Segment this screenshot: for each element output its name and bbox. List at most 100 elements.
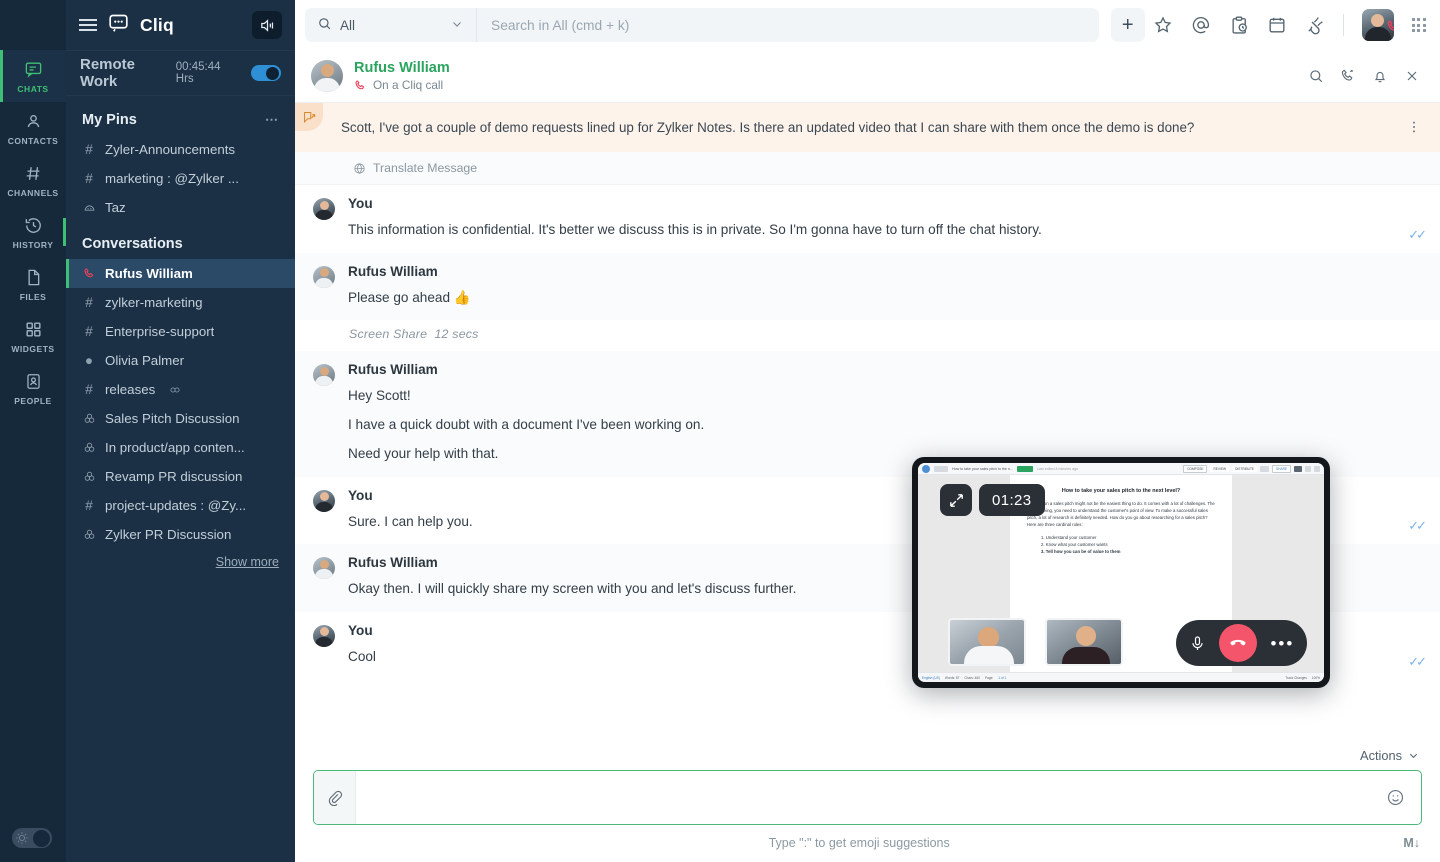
participant-thumbnail-1[interactable] [948, 618, 1026, 666]
avatar[interactable] [313, 364, 335, 387]
star-icon[interactable] [1153, 15, 1173, 35]
avatar[interactable] [313, 557, 335, 580]
message-composer[interactable] [313, 770, 1422, 825]
pin-item-taz[interactable]: Taz [66, 193, 295, 222]
theme-toggle[interactable] [12, 828, 52, 848]
read-receipt-icon: ✓✓ [1408, 518, 1427, 534]
document-app-icon [922, 464, 930, 473]
chat-title[interactable]: Rufus William [354, 60, 450, 76]
search-in-chat-icon[interactable] [1302, 62, 1330, 90]
rail-item-channels[interactable]: CHANNELS [0, 154, 66, 206]
rail-item-chats[interactable]: CHATS [0, 50, 66, 102]
status-name: Remote Work [80, 56, 136, 90]
conversation-item-project-updates[interactable]: # project-updates : @Zy... [66, 491, 295, 520]
reminder-clipboard-icon[interactable] [1229, 15, 1249, 35]
avatar[interactable] [1361, 9, 1394, 41]
call-icon[interactable] [1334, 62, 1362, 90]
rail-item-widgets[interactable]: WIDGETS [0, 310, 66, 362]
review-tab[interactable]: REVIEW [1210, 465, 1230, 472]
hash-icon: # [85, 142, 93, 157]
sidebar-list: My Pins ⋯ # Zyler-Announcements # market… [66, 96, 295, 862]
conversation-item-sales-pitch-discussion[interactable]: Sales Pitch Discussion [66, 404, 295, 433]
conversation-item-releases[interactable]: # releases [66, 375, 295, 404]
message-input[interactable] [356, 771, 1370, 824]
rail-item-files[interactable]: FILES [0, 258, 66, 310]
search-input[interactable] [477, 8, 1099, 42]
emoji-smiley-icon[interactable] [1370, 788, 1421, 807]
distribute-tab[interactable]: DISTRIBUTE [1232, 465, 1258, 472]
toolbar-icon-chip [1260, 465, 1270, 472]
apps-grid-icon[interactable] [1411, 17, 1426, 33]
call-overlay-window[interactable]: How to take your sales pitch to the n...… [912, 457, 1330, 688]
translate-message-row[interactable]: Translate Message [295, 152, 1440, 185]
compose-tab[interactable]: COMPOSE [1183, 464, 1208, 473]
conversation-label: Rufus William [105, 266, 193, 281]
conversation-item-rufus-william[interactable]: Rufus William [66, 259, 295, 288]
pin-item-zyler-announcements[interactable]: # Zyler-Announcements [66, 135, 295, 164]
paperclip-icon[interactable] [314, 771, 356, 824]
speaker-icon[interactable] [252, 11, 282, 39]
pinned-message-banner: Scott, I've got a couple of demo request… [295, 103, 1440, 152]
actions-button[interactable]: Actions [1360, 748, 1420, 763]
message-author[interactable]: Rufus William [348, 362, 1422, 377]
rail-item-contacts[interactable]: CONTACTS [0, 102, 66, 154]
message-author[interactable]: You [348, 196, 1422, 211]
conversation-item-olivia-palmer[interactable]: ● Olivia Palmer [66, 346, 295, 375]
microphone-icon[interactable] [1189, 635, 1206, 652]
document-toolbar-buttons: COMPOSE REVIEW DISTRIBUTE SHARE [1183, 464, 1320, 473]
pin-item-marketing[interactable]: # marketing : @Zylker ... [66, 164, 295, 193]
message-author[interactable]: Rufus William [348, 264, 1422, 279]
chat-avatar[interactable] [311, 60, 343, 92]
theme-toggle-knob [33, 829, 50, 847]
status-bar: Remote Work 00:45:44 Hrs [66, 50, 295, 96]
bell-notification-icon[interactable] [1366, 62, 1394, 90]
search-scope-selector[interactable]: All [305, 8, 477, 42]
top-bar: All + [295, 0, 1440, 50]
document-page-number: 1 of 1 [998, 675, 1007, 680]
avatar[interactable] [313, 198, 335, 220]
new-chat-button[interactable]: + [1110, 8, 1145, 42]
document-saved-label: Last edited 8 minutes ago [1036, 466, 1079, 471]
conversation-item-zylker-pr-discussion[interactable]: Zylker PR Discussion [66, 520, 295, 549]
end-call-icon[interactable] [1219, 624, 1258, 662]
pin-label: marketing : @Zylker ... [105, 171, 239, 186]
hash-icon: # [85, 171, 93, 186]
search-bar: All [305, 8, 1099, 42]
markdown-indicator[interactable]: M↓ [1403, 836, 1420, 850]
close-icon[interactable] [1398, 62, 1426, 90]
group-icon [82, 470, 96, 483]
conversation-item-revamp-pr-discussion[interactable]: Revamp PR discussion [66, 462, 295, 491]
status-toggle[interactable] [251, 65, 281, 81]
bot-icon [82, 201, 96, 214]
read-receipt-icon: ✓✓ [1408, 226, 1427, 242]
participant-thumbnails [948, 618, 1123, 666]
vertical-ellipsis-icon[interactable] [1406, 119, 1422, 140]
conversation-item-zylker-marketing[interactable]: # zylker-marketing [66, 288, 295, 317]
call-icon [354, 79, 367, 92]
rail-item-people[interactable]: PEOPLE [0, 362, 66, 414]
document-list-item: 3. Tell how you can be of value to them [1041, 548, 1121, 554]
conversation-item-enterprise-support[interactable]: # Enterprise-support [66, 317, 295, 346]
show-more-button[interactable]: Show more [66, 549, 295, 569]
avatar[interactable] [313, 624, 335, 647]
toolbar-icon-chip [1314, 465, 1320, 472]
rail-label: CONTACTS [7, 136, 59, 146]
actions-row: Actions [313, 742, 1422, 770]
rail-item-history[interactable]: HISTORY [0, 206, 66, 258]
hamburger-menu-icon[interactable] [79, 18, 97, 32]
rail-label: PEOPLE [14, 396, 52, 406]
mention-at-icon[interactable] [1191, 15, 1211, 35]
grid-squares-icon [24, 320, 43, 339]
ellipsis-icon[interactable]: ⋯ [265, 112, 279, 128]
conversation-label: Zylker PR Discussion [105, 527, 232, 542]
more-options-icon[interactable]: ••• [1270, 635, 1294, 652]
participant-thumbnail-2[interactable] [1045, 618, 1123, 666]
avatar[interactable] [313, 489, 335, 512]
share-button[interactable]: SHARE [1272, 464, 1291, 473]
avatar[interactable] [313, 265, 335, 288]
conversation-item-in-product-app-content[interactable]: In product/app conten... [66, 433, 295, 462]
hash-icon: # [85, 382, 93, 397]
plug-integrations-icon[interactable] [1305, 15, 1325, 35]
calendar-icon[interactable] [1267, 15, 1287, 35]
expand-fullscreen-icon[interactable] [940, 484, 972, 516]
